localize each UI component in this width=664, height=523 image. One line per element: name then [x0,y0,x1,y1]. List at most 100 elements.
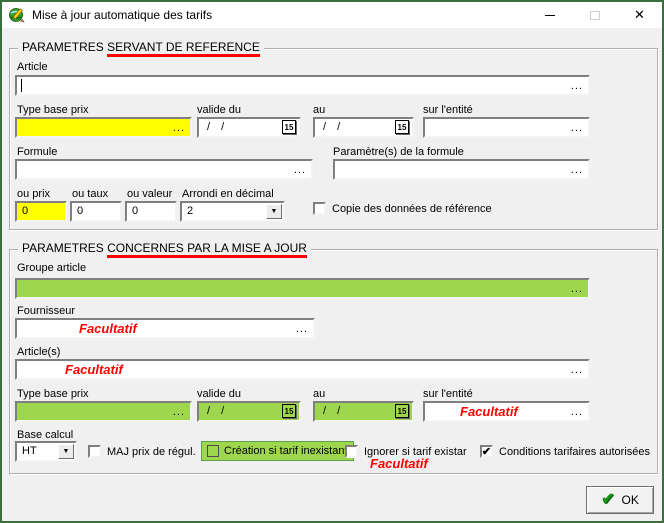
maj-regul-checkbox[interactable] [88,445,101,458]
check-icon: ✔ [482,447,491,457]
groupe-article-field[interactable]: ... [15,278,590,299]
calendar-icon[interactable]: 15 [282,120,296,134]
valide-du-field[interactable]: / / 15 [197,117,301,138]
valide-du2-field[interactable]: / / 15 [197,401,301,422]
text-caret [21,79,22,92]
type-base-prix2-field[interactable]: ... [15,401,192,422]
type-base-prix2-browse-icon[interactable]: ... [173,407,185,418]
article-browse-icon[interactable]: ... [571,81,583,92]
ignorer-checkbox[interactable] [345,445,358,458]
ou-prix-value: 0 [22,205,28,217]
dialog-body: PARAMETRES SERVANT DE REFERENCE Article … [2,28,662,521]
calendar-icon[interactable]: 15 [282,404,296,418]
close-icon: ✕ [634,7,645,23]
copie-checkbox-label: Copie des données de référence [332,203,492,215]
maximize-icon [590,11,600,20]
type-base-prix2-label: Type base prix [17,388,89,400]
minimize-button[interactable] [527,2,572,28]
group2-legend-underlined: CONCERNES PAR LA MISE A JOUR [107,241,307,258]
parametres-formule-label: Paramètre(s) de la formule [333,146,464,158]
conditions-checkbox[interactable]: ✔ [480,445,493,458]
conditions-checkbox-row[interactable]: ✔ Conditions tarifaires autorisées [480,445,650,458]
sur-entite-field[interactable]: ... [423,117,590,138]
ou-valeur-value: 0 [132,205,138,217]
arrondi-value: 2 [187,205,193,217]
ok-button[interactable]: ✔ OK [586,486,654,514]
sur-entite-label: sur l'entité [423,104,473,116]
fournisseur-browse-icon[interactable]: ... [296,324,308,335]
facultatif-note: Facultatif [370,456,428,471]
fournisseur-label: Fournisseur [17,305,75,317]
articles-hint: Facultatif [65,362,123,377]
base-calcul-combobox[interactable]: HT ▼ [15,441,77,462]
ou-taux-label: ou taux [72,188,108,200]
minimize-icon [545,15,555,16]
calendar-icon[interactable]: 15 [395,404,409,418]
group1-legend-underlined: SERVANT DE REFERENCE [107,40,260,57]
maj-regul-checkbox-label: MAJ prix de régul. [107,446,196,458]
valide-du2-value: / / [207,405,228,417]
calendar-icon[interactable]: 15 [395,120,409,134]
chevron-down-icon[interactable]: ▼ [266,204,282,219]
window-controls: ✕ [527,2,662,28]
articles-label: Article(s) [17,346,60,358]
valide-du-label: valide du [197,104,241,116]
sur-entite2-field[interactable]: Facultatif ... [423,401,590,422]
sur-entite-browse-icon[interactable]: ... [571,123,583,134]
group2-legend-prefix: PARAMETRES [22,241,107,255]
arrondi-label: Arrondi en décimal [182,188,274,200]
creation-checkbox-row[interactable]: Création si tarif inexistant [201,441,354,461]
fournisseur-hint: Facultatif [79,321,137,336]
group2-legend: PARAMETRES CONCERNES PAR LA MISE A JOUR [18,241,311,255]
ou-valeur-field[interactable]: 0 [125,201,177,222]
check-icon: ✔ [601,492,614,508]
ou-prix-field[interactable]: 0 [15,201,67,222]
formule-browse-icon[interactable]: ... [294,165,306,176]
group-update-params: PARAMETRES CONCERNES PAR LA MISE A JOUR … [9,249,658,474]
valide-du2-label: valide du [197,388,241,400]
au-value: / / [323,121,344,133]
dialog-window: Mise à jour automatique des tarifs ✕ PAR… [0,0,664,523]
groupe-article-browse-icon[interactable]: ... [571,284,583,295]
sur-entite2-browse-icon[interactable]: ... [571,407,583,418]
copie-checkbox-row[interactable]: Copie des données de référence [313,202,492,215]
creation-checkbox[interactable] [207,445,219,457]
type-base-prix-field[interactable]: ... [15,117,192,138]
formule-field[interactable]: ... [15,159,313,180]
articles-field[interactable]: Facultatif ... [15,359,590,380]
ou-taux-field[interactable]: 0 [70,201,122,222]
sur-entite2-hint: Facultatif [460,404,518,419]
valide-du-value: / / [207,121,228,133]
parametres-formule-field[interactable]: ... [333,159,590,180]
au-field[interactable]: / / 15 [313,117,414,138]
parametres-formule-browse-icon[interactable]: ... [571,165,583,176]
groupe-article-label: Groupe article [17,262,86,274]
arrondi-combobox[interactable]: 2 ▼ [180,201,285,222]
article-field[interactable]: ... [15,75,590,96]
au2-field[interactable]: / / 15 [313,401,414,422]
type-base-prix-label: Type base prix [17,104,89,116]
conditions-checkbox-label: Conditions tarifaires autorisées [499,446,650,458]
type-base-prix-browse-icon[interactable]: ... [173,123,185,134]
base-calcul-value: HT [22,445,37,457]
ok-button-label: OK [622,493,639,507]
fournisseur-field[interactable]: Facultatif ... [15,318,315,339]
copie-checkbox[interactable] [313,202,326,215]
sur-entite2-label: sur l'entité [423,388,473,400]
maj-regul-checkbox-row[interactable]: MAJ prix de régul. [88,445,196,458]
au2-label: au [313,388,325,400]
ou-valeur-label: ou valeur [127,188,172,200]
maximize-button [572,2,617,28]
close-button[interactable]: ✕ [617,2,662,28]
base-calcul-label: Base calcul [17,429,73,441]
app-icon [9,7,25,23]
group1-legend: PARAMETRES SERVANT DE REFERENCE [18,40,264,54]
chevron-down-icon[interactable]: ▼ [58,444,74,459]
title-bar: Mise à jour automatique des tarifs ✕ [2,2,662,28]
article-label: Article [17,61,48,73]
creation-checkbox-label: Création si tarif inexistant [224,445,348,457]
articles-browse-icon[interactable]: ... [571,365,583,376]
ou-prix-label: ou prix [17,188,50,200]
window-title: Mise à jour automatique des tarifs [32,8,212,22]
group1-legend-prefix: PARAMETRES [22,40,107,54]
